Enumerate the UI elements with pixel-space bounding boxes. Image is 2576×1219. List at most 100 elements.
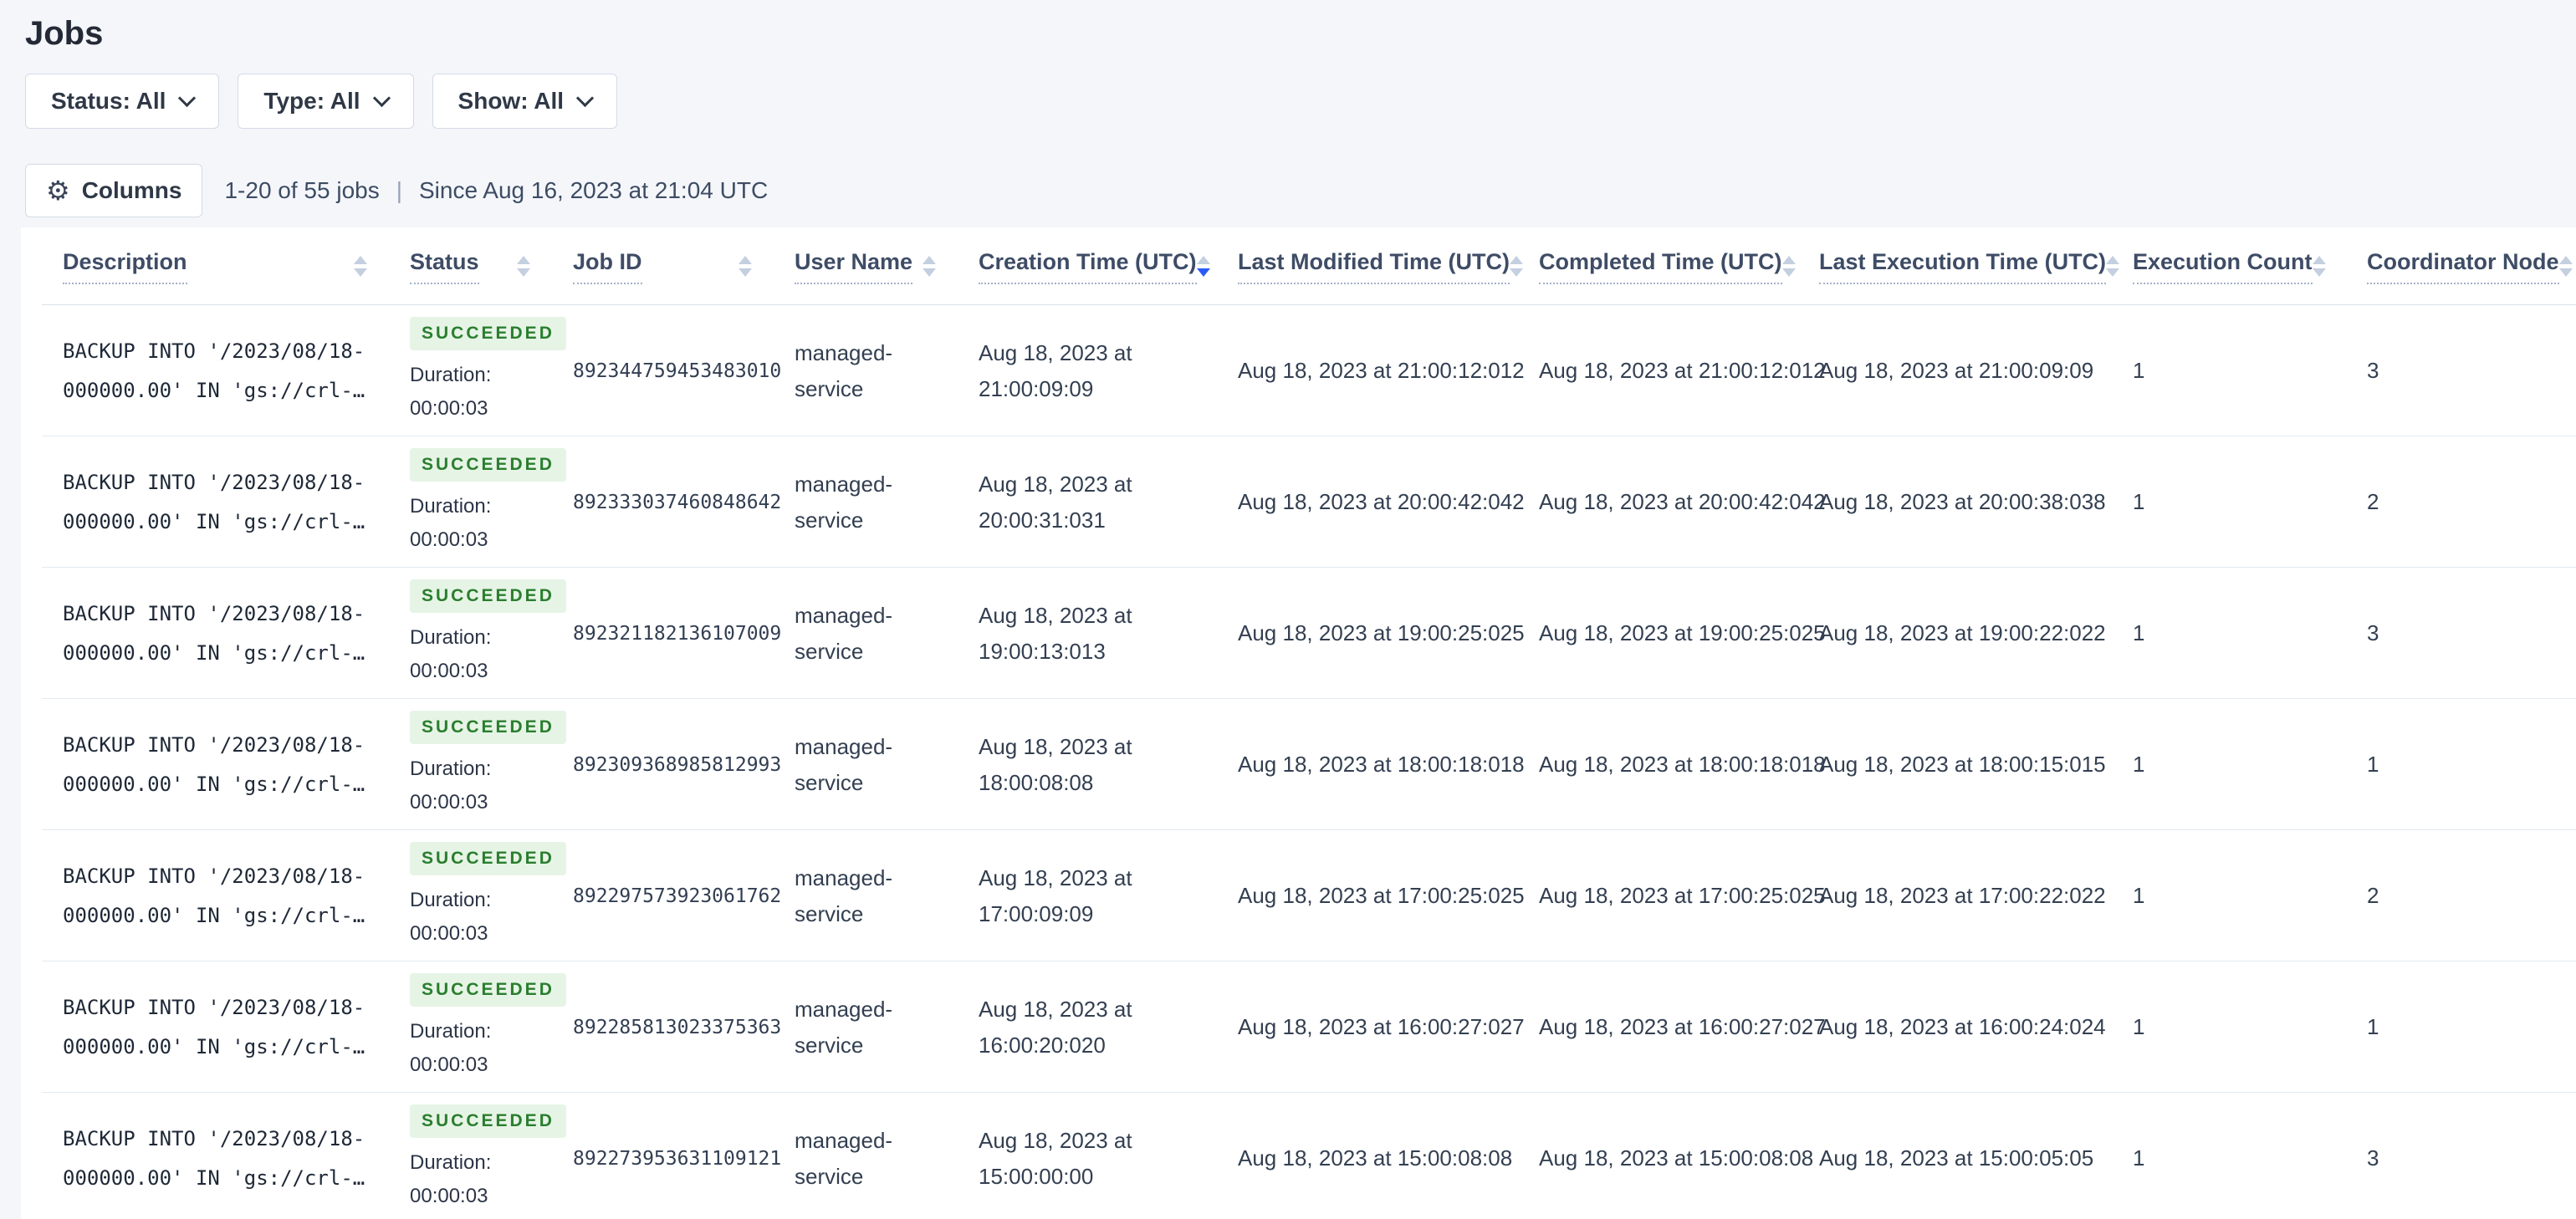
type-filter-dropdown[interactable]: Type: All — [238, 74, 414, 129]
job-id: 892333037460848642 — [573, 491, 782, 513]
execution-count: 1 — [2133, 358, 2145, 383]
column-header-last_modified_time[interactable]: Last Modified Time (UTC) — [1217, 227, 1524, 305]
sort-desc-icon — [739, 268, 752, 277]
user-name: managed-service — [795, 1127, 893, 1189]
sort-icons — [2558, 256, 2573, 277]
coordinator-node: 3 — [2367, 1145, 2379, 1171]
job-description-cell[interactable]: BACKUP INTO '/2023/08/18-000000.00' IN '… — [21, 830, 389, 961]
column-header-completed_time[interactable]: Completed Time (UTC) — [1518, 227, 1798, 305]
last-modified-time: Aug 18, 2023 at 19:00:25:025 — [1238, 620, 1525, 645]
table-row: BACKUP INTO '/2023/08/18-000000.00' IN '… — [21, 568, 2576, 699]
column-header-creation_time[interactable]: Creation Time (UTC) — [958, 227, 1217, 305]
column-header-description[interactable]: Description — [21, 227, 389, 305]
last-modified-time: Aug 18, 2023 at 21:00:12:012 — [1238, 358, 1525, 383]
sort-desc-icon — [1196, 268, 1210, 277]
user-name-cell: managed-service — [774, 568, 958, 699]
completed-time: Aug 18, 2023 at 21:00:12:012 — [1539, 358, 1826, 383]
duration-label: Duration: — [410, 757, 492, 780]
status-badge: SUCCEEDED — [410, 972, 566, 1007]
status-badge: SUCCEEDED — [410, 447, 566, 482]
user-name: managed-service — [795, 733, 893, 795]
sort-desc-icon — [923, 268, 936, 277]
user-name: managed-service — [795, 471, 893, 533]
status-badge: SUCCEEDED — [410, 579, 566, 613]
coordinator-node: 3 — [2367, 620, 2379, 645]
last-execution-time: Aug 18, 2023 at 18:00:15:015 — [1819, 752, 2106, 777]
duration-label: Duration: — [410, 888, 492, 911]
coordinator-node: 2 — [2367, 489, 2379, 514]
last-execution-time: Aug 18, 2023 at 19:00:22:022 — [1819, 620, 2106, 645]
job-id: 892309368985812993 — [573, 753, 782, 776]
sort-asc-icon — [1781, 256, 1796, 264]
gear-icon: ⚙ — [46, 176, 70, 206]
sort-asc-icon — [354, 256, 367, 264]
coordinator-node: 1 — [2367, 752, 2379, 777]
creation-time-cell: Aug 18, 2023 at 18:00:08:08 — [958, 699, 1217, 830]
sort-desc-icon — [2558, 268, 2573, 277]
completed-time: Aug 18, 2023 at 15:00:08:08 — [1539, 1145, 1814, 1171]
table-toolbar: ⚙ Columns 1-20 of 55 jobs | Since Aug 16… — [25, 164, 2576, 217]
job-id: 892273953631109121 — [573, 1147, 782, 1170]
creation-time-cell: Aug 18, 2023 at 21:00:09:09 — [958, 305, 1217, 436]
creation-time-cell: Aug 18, 2023 at 19:00:13:013 — [958, 568, 1217, 699]
user-name-cell: managed-service — [774, 1093, 958, 1219]
duration-label: Duration: — [410, 1150, 492, 1174]
column-header-coordinator_node[interactable]: Coordinator Node — [2346, 227, 2576, 305]
user-name-cell: managed-service — [774, 436, 958, 568]
column-header-execution_count[interactable]: Execution Count — [2112, 227, 2346, 305]
table-header-row: Description Status Job ID User Name Crea… — [21, 227, 2576, 305]
chevron-down-icon — [372, 89, 391, 107]
column-header-last_execution_time[interactable]: Last Execution Time (UTC) — [1798, 227, 2120, 305]
status-badge: SUCCEEDED — [410, 710, 566, 744]
creation-time: Aug 18, 2023 at 17:00:09:09 — [979, 865, 1132, 926]
user-name-cell: managed-service — [774, 961, 958, 1093]
jobs-table: Description Status Job ID User Name Crea… — [21, 227, 2576, 1219]
column-header-user_name[interactable]: User Name — [774, 227, 958, 305]
job-status-cell: SUCCEEDED Duration: 00:00:03 — [389, 830, 566, 961]
sort-desc-icon — [517, 268, 530, 277]
job-description: BACKUP INTO '/2023/08/18-000000.00' IN '… — [63, 864, 365, 927]
columns-button[interactable]: ⚙ Columns — [25, 164, 203, 217]
status-filter-dropdown[interactable]: Status: All — [25, 74, 220, 129]
last-modified-time: Aug 18, 2023 at 16:00:27:027 — [1238, 1014, 1525, 1039]
sort-desc-icon — [354, 268, 367, 277]
duration-value: 00:00:03 — [410, 790, 488, 814]
table-body: BACKUP INTO '/2023/08/18-000000.00' IN '… — [21, 305, 2576, 1219]
duration-value: 00:00:03 — [410, 1053, 488, 1076]
job-description-cell[interactable]: BACKUP INTO '/2023/08/18-000000.00' IN '… — [21, 436, 389, 568]
completed-time: Aug 18, 2023 at 20:00:42:042 — [1539, 489, 1826, 514]
job-description-cell[interactable]: BACKUP INTO '/2023/08/18-000000.00' IN '… — [21, 1093, 389, 1219]
job-description: BACKUP INTO '/2023/08/18-000000.00' IN '… — [63, 601, 365, 665]
sort-icons — [2312, 256, 2326, 277]
creation-time-cell: Aug 18, 2023 at 20:00:31:031 — [958, 436, 1217, 568]
sort-icons — [739, 256, 752, 277]
job-id: 892297573923061762 — [573, 885, 782, 907]
job-id: 892344759453483010 — [573, 360, 782, 382]
user-name: managed-service — [795, 865, 893, 926]
execution-count: 1 — [2133, 489, 2145, 514]
job-description-cell[interactable]: BACKUP INTO '/2023/08/18-000000.00' IN '… — [21, 305, 389, 436]
user-name-cell: managed-service — [774, 830, 958, 961]
last-execution-time: Aug 18, 2023 at 20:00:38:038 — [1819, 489, 2106, 514]
job-description-cell[interactable]: BACKUP INTO '/2023/08/18-000000.00' IN '… — [21, 699, 389, 830]
job-description-cell[interactable]: BACKUP INTO '/2023/08/18-000000.00' IN '… — [21, 961, 389, 1093]
sort-icons — [923, 256, 936, 277]
creation-time: Aug 18, 2023 at 16:00:20:020 — [979, 996, 1132, 1058]
duration-value: 00:00:03 — [410, 396, 488, 420]
coordinator-node: 3 — [2367, 358, 2379, 383]
user-name-cell: managed-service — [774, 699, 958, 830]
status-badge: SUCCEEDED — [410, 316, 566, 350]
status-filter-label: Status: All — [51, 88, 166, 114]
job-description-cell[interactable]: BACKUP INTO '/2023/08/18-000000.00' IN '… — [21, 568, 389, 699]
sort-icons — [1781, 256, 1796, 277]
column-header-status[interactable]: Status — [389, 227, 552, 305]
sort-icons — [1196, 256, 1210, 277]
completed-time: Aug 18, 2023 at 18:00:18:018 — [1539, 752, 1826, 777]
show-filter-dropdown[interactable]: Show: All — [432, 74, 618, 129]
last-execution-time: Aug 18, 2023 at 16:00:24:024 — [1819, 1014, 2106, 1039]
duration-value: 00:00:03 — [410, 659, 488, 682]
duration-value: 00:00:03 — [410, 921, 488, 945]
completed-time: Aug 18, 2023 at 16:00:27:027 — [1539, 1014, 1826, 1039]
execution-count: 1 — [2133, 752, 2145, 777]
column-header-job_id[interactable]: Job ID — [552, 227, 774, 305]
